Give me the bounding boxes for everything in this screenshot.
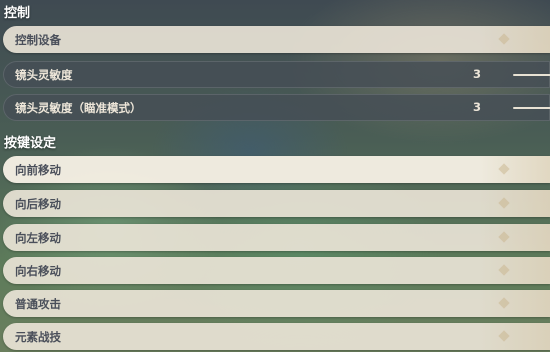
row-ornament-icon [480, 257, 550, 284]
elemental-skill-label: 元素战技 [15, 330, 61, 344]
row-ornament-icon [480, 156, 550, 183]
row-ornament-icon [480, 323, 550, 350]
camera-sensitivity-row[interactable]: 镜头灵敏度 3 [3, 61, 550, 88]
move-left-label: 向左移动 [15, 231, 61, 245]
control-section-title: 控制 [4, 6, 31, 21]
control-device-label: 控制设备 [15, 33, 61, 47]
move-forward-label: 向前移动 [15, 163, 61, 177]
normal-attack-label: 普通攻击 [15, 297, 61, 311]
move-back-label: 向后移动 [15, 197, 61, 211]
aim-sensitivity-value: 3 [473, 100, 482, 114]
move-right-label: 向右移动 [15, 264, 61, 278]
camera-sensitivity-value: 3 [473, 67, 482, 81]
keybind-section-title: 按键设定 [4, 136, 57, 151]
aim-sensitivity-slider[interactable] [513, 107, 550, 109]
row-ornament-icon [480, 224, 550, 251]
keybind-move-right-row[interactable]: 向右移动 [3, 257, 550, 284]
row-ornament-icon [480, 190, 550, 217]
camera-sensitivity-slider[interactable] [513, 74, 550, 76]
keybind-move-back-row[interactable]: 向后移动 [3, 190, 550, 217]
keybind-normal-attack-row[interactable]: 普通攻击 [3, 290, 550, 317]
control-device-row[interactable]: 控制设备 [3, 26, 550, 53]
aim-sensitivity-label: 镜头灵敏度（瞄准模式） [15, 101, 142, 115]
row-ornament-icon [480, 290, 550, 317]
keybind-elemental-skill-row[interactable]: 元素战技 [3, 323, 550, 350]
camera-sensitivity-label: 镜头灵敏度 [15, 68, 73, 82]
aim-sensitivity-row[interactable]: 镜头灵敏度（瞄准模式） 3 [3, 94, 550, 121]
row-ornament-icon [480, 26, 550, 53]
keybind-move-left-row[interactable]: 向左移动 [3, 224, 550, 251]
keybind-move-forward-row[interactable]: 向前移动 [3, 156, 550, 183]
